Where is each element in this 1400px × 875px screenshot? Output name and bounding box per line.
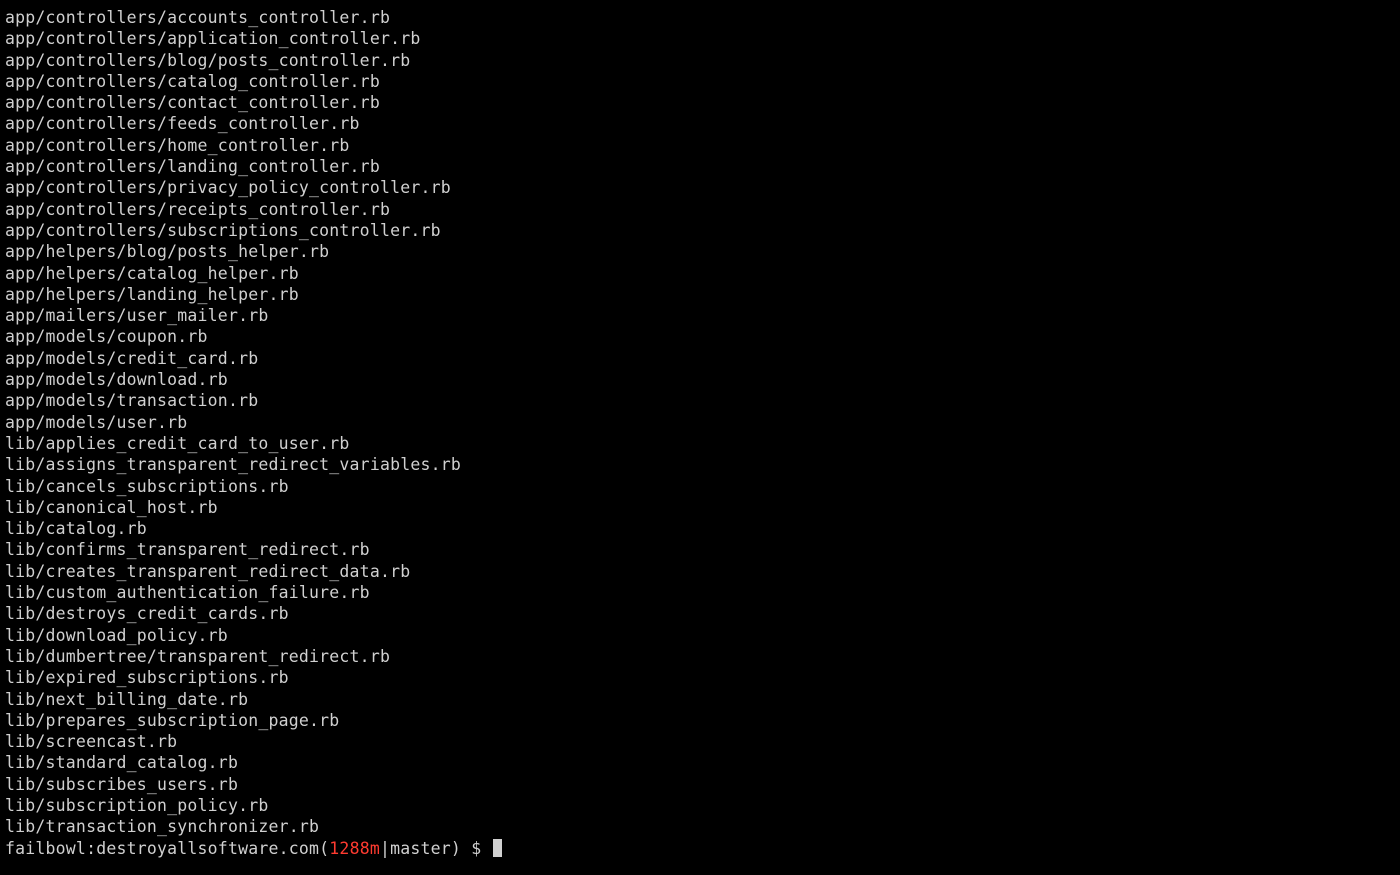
output-line: lib/subscription_policy.rb xyxy=(5,795,1395,816)
output-line: lib/cancels_subscriptions.rb xyxy=(5,476,1395,497)
output-line: app/models/download.rb xyxy=(5,369,1395,390)
output-line: app/helpers/catalog_helper.rb xyxy=(5,263,1395,284)
output-line: app/controllers/catalog_controller.rb xyxy=(5,71,1395,92)
prompt-host-path: failbowl:destroyallsoftware.com( xyxy=(5,838,329,859)
output-line: lib/dumbertree/transparent_redirect.rb xyxy=(5,646,1395,667)
output-line: app/controllers/landing_controller.rb xyxy=(5,156,1395,177)
output-line: lib/transaction_synchronizer.rb xyxy=(5,816,1395,837)
output-line: app/mailers/user_mailer.rb xyxy=(5,305,1395,326)
output-line: app/controllers/home_controller.rb xyxy=(5,135,1395,156)
output-line: lib/catalog.rb xyxy=(5,518,1395,539)
output-line: app/models/coupon.rb xyxy=(5,326,1395,347)
output-line: lib/canonical_host.rb xyxy=(5,497,1395,518)
output-line: lib/subscribes_users.rb xyxy=(5,774,1395,795)
output-line: lib/applies_credit_card_to_user.rb xyxy=(5,433,1395,454)
output-line: lib/custom_authentication_failure.rb xyxy=(5,582,1395,603)
output-line: app/controllers/receipts_controller.rb xyxy=(5,199,1395,220)
cursor-icon xyxy=(493,839,502,857)
output-line: app/controllers/accounts_controller.rb xyxy=(5,7,1395,28)
output-line: app/controllers/subscriptions_controller… xyxy=(5,220,1395,241)
output-line: lib/standard_catalog.rb xyxy=(5,752,1395,773)
output-line: app/controllers/feeds_controller.rb xyxy=(5,113,1395,134)
output-line: lib/assigns_transparent_redirect_variabl… xyxy=(5,454,1395,475)
output-line: lib/prepares_subscription_page.rb xyxy=(5,710,1395,731)
output-line: lib/creates_transparent_redirect_data.rb xyxy=(5,561,1395,582)
output-line: lib/expired_subscriptions.rb xyxy=(5,667,1395,688)
output-line: lib/screencast.rb xyxy=(5,731,1395,752)
terminal-prompt[interactable]: failbowl:destroyallsoftware.com(1288m|ma… xyxy=(5,838,1395,859)
output-line: app/models/transaction.rb xyxy=(5,390,1395,411)
prompt-time: 1288m xyxy=(329,838,380,859)
output-line: app/models/credit_card.rb xyxy=(5,348,1395,369)
prompt-branch: master xyxy=(390,838,451,859)
prompt-suffix: ) $ xyxy=(451,838,492,859)
terminal-output: app/controllers/accounts_controller.rbap… xyxy=(5,7,1395,838)
output-line: app/controllers/contact_controller.rb xyxy=(5,92,1395,113)
output-line: lib/destroys_credit_cards.rb xyxy=(5,603,1395,624)
output-line: app/helpers/blog/posts_helper.rb xyxy=(5,241,1395,262)
output-line: lib/confirms_transparent_redirect.rb xyxy=(5,539,1395,560)
output-line: app/controllers/application_controller.r… xyxy=(5,28,1395,49)
output-line: app/controllers/blog/posts_controller.rb xyxy=(5,50,1395,71)
output-line: lib/next_billing_date.rb xyxy=(5,689,1395,710)
output-line: app/helpers/landing_helper.rb xyxy=(5,284,1395,305)
prompt-separator: | xyxy=(380,838,390,859)
output-line: app/models/user.rb xyxy=(5,412,1395,433)
output-line: lib/download_policy.rb xyxy=(5,625,1395,646)
output-line: app/controllers/privacy_policy_controlle… xyxy=(5,177,1395,198)
